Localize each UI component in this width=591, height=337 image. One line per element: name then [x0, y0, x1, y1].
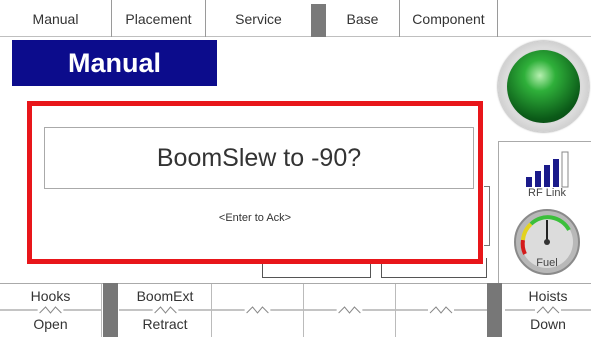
boomext-action-label: Retract — [142, 316, 188, 332]
mode-title: Manual — [12, 40, 217, 86]
dialog-ack-hint: <Enter to Ack> — [218, 212, 292, 224]
status-indicator-light — [498, 41, 589, 132]
toggle-chevron-icon — [212, 306, 303, 314]
fuel-gauge-label: Fuel — [536, 257, 558, 269]
hooks-action-label: Open — [33, 316, 68, 332]
dialog-message: BoomSlew to -90? — [44, 127, 474, 189]
tab-base[interactable]: Base — [326, 0, 400, 37]
tab-manual[interactable]: Manual — [0, 0, 112, 37]
toggle-chevron-icon — [396, 306, 487, 314]
hoists-label: Hoists — [528, 288, 568, 304]
toggle-chevron-icon — [304, 306, 395, 314]
empty-control-3[interactable] — [396, 284, 487, 337]
control-separator — [103, 283, 118, 337]
control-separator — [487, 283, 502, 337]
toggle-chevron-icon — [119, 306, 211, 314]
boomext-control[interactable]: BoomExt Retract — [119, 284, 212, 337]
toggle-chevron-icon — [505, 306, 591, 314]
confirm-dialog: BoomSlew to -90? <Enter to Ack> — [27, 101, 483, 264]
empty-control-2[interactable] — [304, 284, 396, 337]
empty-control-1[interactable] — [212, 284, 304, 337]
hoists-action-label: Down — [530, 316, 566, 332]
hooks-label: Hooks — [30, 288, 71, 304]
boomext-label: BoomExt — [136, 288, 194, 304]
hoists-control[interactable]: Hoists Down — [505, 284, 591, 337]
status-light-lens — [507, 50, 580, 123]
tab-separator — [311, 4, 326, 37]
tab-placement[interactable]: Placement — [112, 0, 206, 37]
tab-component[interactable]: Component — [400, 0, 498, 37]
top-tab-bar: Manual Placement Service Base Component — [0, 0, 591, 37]
toggle-chevron-icon — [0, 306, 101, 314]
hooks-control[interactable]: Hooks Open — [0, 284, 102, 337]
tab-service[interactable]: Service — [206, 0, 311, 37]
background-panel-edge — [484, 186, 490, 246]
rf-link-label: RF Link — [528, 187, 566, 199]
bottom-control-bar: Hooks Open BoomExt Retract Hoists Down — [0, 283, 591, 337]
